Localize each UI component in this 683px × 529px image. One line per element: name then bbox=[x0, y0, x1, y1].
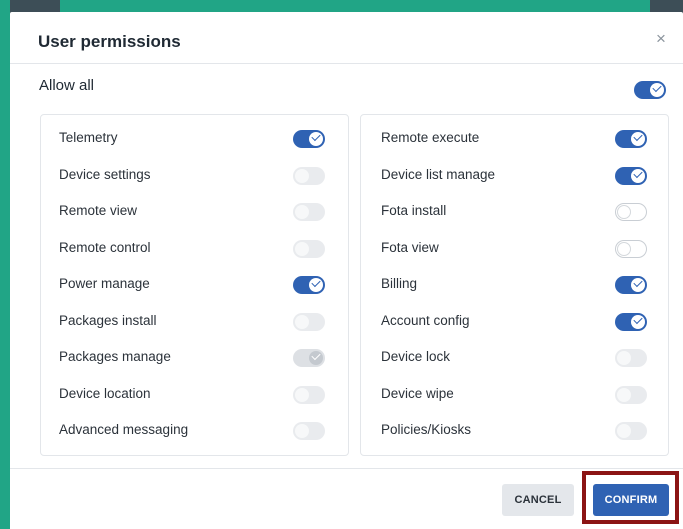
permission-label: Packages manage bbox=[59, 349, 171, 364]
permission-row-device-settings: Device settings bbox=[41, 161, 348, 191]
dialog-header: User permissions × bbox=[10, 12, 683, 64]
confirm-button[interactable]: CONFIRM bbox=[593, 484, 669, 516]
permission-toggle-packages-install[interactable] bbox=[293, 312, 325, 331]
allow-all-label: Allow all bbox=[39, 77, 95, 94]
toggle-knob bbox=[650, 82, 664, 97]
permission-label: Billing bbox=[381, 276, 418, 291]
permission-toggle-device-location[interactable] bbox=[293, 385, 325, 404]
permission-label: Device location bbox=[59, 385, 151, 401]
permission-toggle-fota-install[interactable] bbox=[615, 203, 647, 221]
check-icon bbox=[633, 168, 643, 178]
permission-row-billing: Billing bbox=[361, 270, 668, 300]
toggle-knob bbox=[295, 168, 309, 183]
check-icon bbox=[311, 277, 321, 288]
permission-row-fota-view: Fota view bbox=[361, 234, 668, 264]
toggle-knob bbox=[309, 277, 323, 292]
permission-toggle-advanced-messaging[interactable] bbox=[293, 422, 325, 440]
permission-label: Packages install bbox=[59, 312, 157, 328]
permission-toggle-remote-control[interactable] bbox=[293, 239, 325, 258]
permission-toggle-device-list-manage[interactable] bbox=[615, 166, 647, 185]
permission-row-device-list-manage: Device list manage bbox=[361, 161, 668, 191]
permissions-panel-right: Remote execute Device list manage Fota ins… bbox=[360, 114, 669, 456]
permission-toggle-account-config[interactable] bbox=[615, 312, 647, 331]
permission-label: Advanced messaging bbox=[59, 422, 189, 437]
permission-label: Account config bbox=[381, 312, 470, 328]
check-icon bbox=[633, 314, 643, 324]
permission-label: Remote control bbox=[59, 239, 151, 255]
close-icon[interactable]: × bbox=[654, 30, 668, 47]
permission-label: Power manage bbox=[59, 276, 150, 291]
permission-label: Device settings bbox=[59, 166, 151, 182]
permission-row-account-config: Account config bbox=[361, 307, 668, 337]
permission-row-policies-kiosks: Policies/Kiosks bbox=[361, 416, 668, 446]
permission-toggle-device-lock[interactable] bbox=[615, 349, 647, 367]
permission-label: Remote view bbox=[59, 203, 138, 218]
permission-toggle-packages-manage[interactable] bbox=[293, 349, 325, 367]
toggle-knob bbox=[631, 277, 645, 292]
permissions-panel-left: Telemetry Device settings Remote view Remot… bbox=[40, 114, 349, 456]
permission-toggle-device-settings[interactable] bbox=[293, 166, 325, 185]
permission-label: Telemetry bbox=[59, 130, 118, 145]
permission-label: Device wipe bbox=[381, 385, 454, 401]
toggle-knob bbox=[309, 350, 323, 365]
toggle-knob bbox=[631, 131, 645, 146]
toggle-knob bbox=[295, 387, 309, 402]
permission-label: Device lock bbox=[381, 349, 451, 364]
toggle-knob bbox=[295, 314, 309, 329]
permission-toggle-power-manage[interactable] bbox=[293, 276, 325, 294]
permission-row-packages-install: Packages install bbox=[41, 307, 348, 337]
check-icon bbox=[311, 350, 321, 361]
permission-toggle-fota-view[interactable] bbox=[615, 239, 647, 258]
permission-label: Fota view bbox=[381, 239, 439, 255]
toggle-knob bbox=[631, 314, 645, 329]
permission-row-advanced-messaging: Advanced messaging bbox=[41, 416, 348, 446]
toggle-knob bbox=[617, 387, 631, 402]
permission-row-power-manage: Power manage bbox=[41, 270, 348, 300]
toggle-knob bbox=[295, 205, 309, 219]
permission-toggle-billing[interactable] bbox=[615, 276, 647, 294]
permission-label: Policies/Kiosks bbox=[381, 422, 472, 437]
permission-label: Fota install bbox=[381, 203, 447, 218]
check-icon bbox=[652, 82, 662, 93]
permission-toggle-remote-execute[interactable] bbox=[615, 130, 647, 148]
permission-label: Remote execute bbox=[381, 130, 480, 145]
permission-row-remote-execute: Remote execute bbox=[361, 124, 668, 154]
toggle-knob bbox=[617, 205, 631, 219]
permission-row-fota-install: Fota install bbox=[361, 197, 668, 227]
toggle-knob bbox=[617, 424, 631, 438]
permission-toggle-telemetry[interactable] bbox=[293, 130, 325, 148]
toggle-knob bbox=[309, 131, 323, 146]
dialog-footer: CANCEL CONFIRM bbox=[10, 468, 683, 529]
permission-row-device-lock: Device lock bbox=[361, 343, 668, 373]
allow-all-toggle[interactable] bbox=[634, 81, 666, 99]
toggle-knob bbox=[631, 168, 645, 183]
toggle-knob bbox=[295, 424, 309, 438]
permission-row-remote-control: Remote control bbox=[41, 234, 348, 264]
permission-row-device-wipe: Device wipe bbox=[361, 380, 668, 410]
permission-toggle-remote-view[interactable] bbox=[293, 203, 325, 221]
cancel-button[interactable]: CANCEL bbox=[502, 484, 574, 516]
toggle-knob bbox=[617, 351, 631, 365]
user-permissions-dialog: User permissions × Allow all Telemetry De… bbox=[10, 12, 683, 529]
permission-label: Device list manage bbox=[381, 166, 496, 182]
permission-row-packages-manage: Packages manage bbox=[41, 343, 348, 373]
dialog-title: User permissions bbox=[38, 32, 181, 51]
check-icon bbox=[633, 131, 643, 142]
toggle-knob bbox=[295, 241, 309, 256]
permission-toggle-device-wipe[interactable] bbox=[615, 385, 647, 404]
permission-toggle-policies-kiosks[interactable] bbox=[615, 422, 647, 440]
check-icon bbox=[633, 277, 643, 288]
permission-row-remote-view: Remote view bbox=[41, 197, 348, 227]
toggle-knob bbox=[617, 241, 631, 256]
permission-row-telemetry: Telemetry bbox=[41, 124, 348, 154]
permission-row-device-location: Device location bbox=[41, 380, 348, 410]
check-icon bbox=[311, 131, 321, 142]
